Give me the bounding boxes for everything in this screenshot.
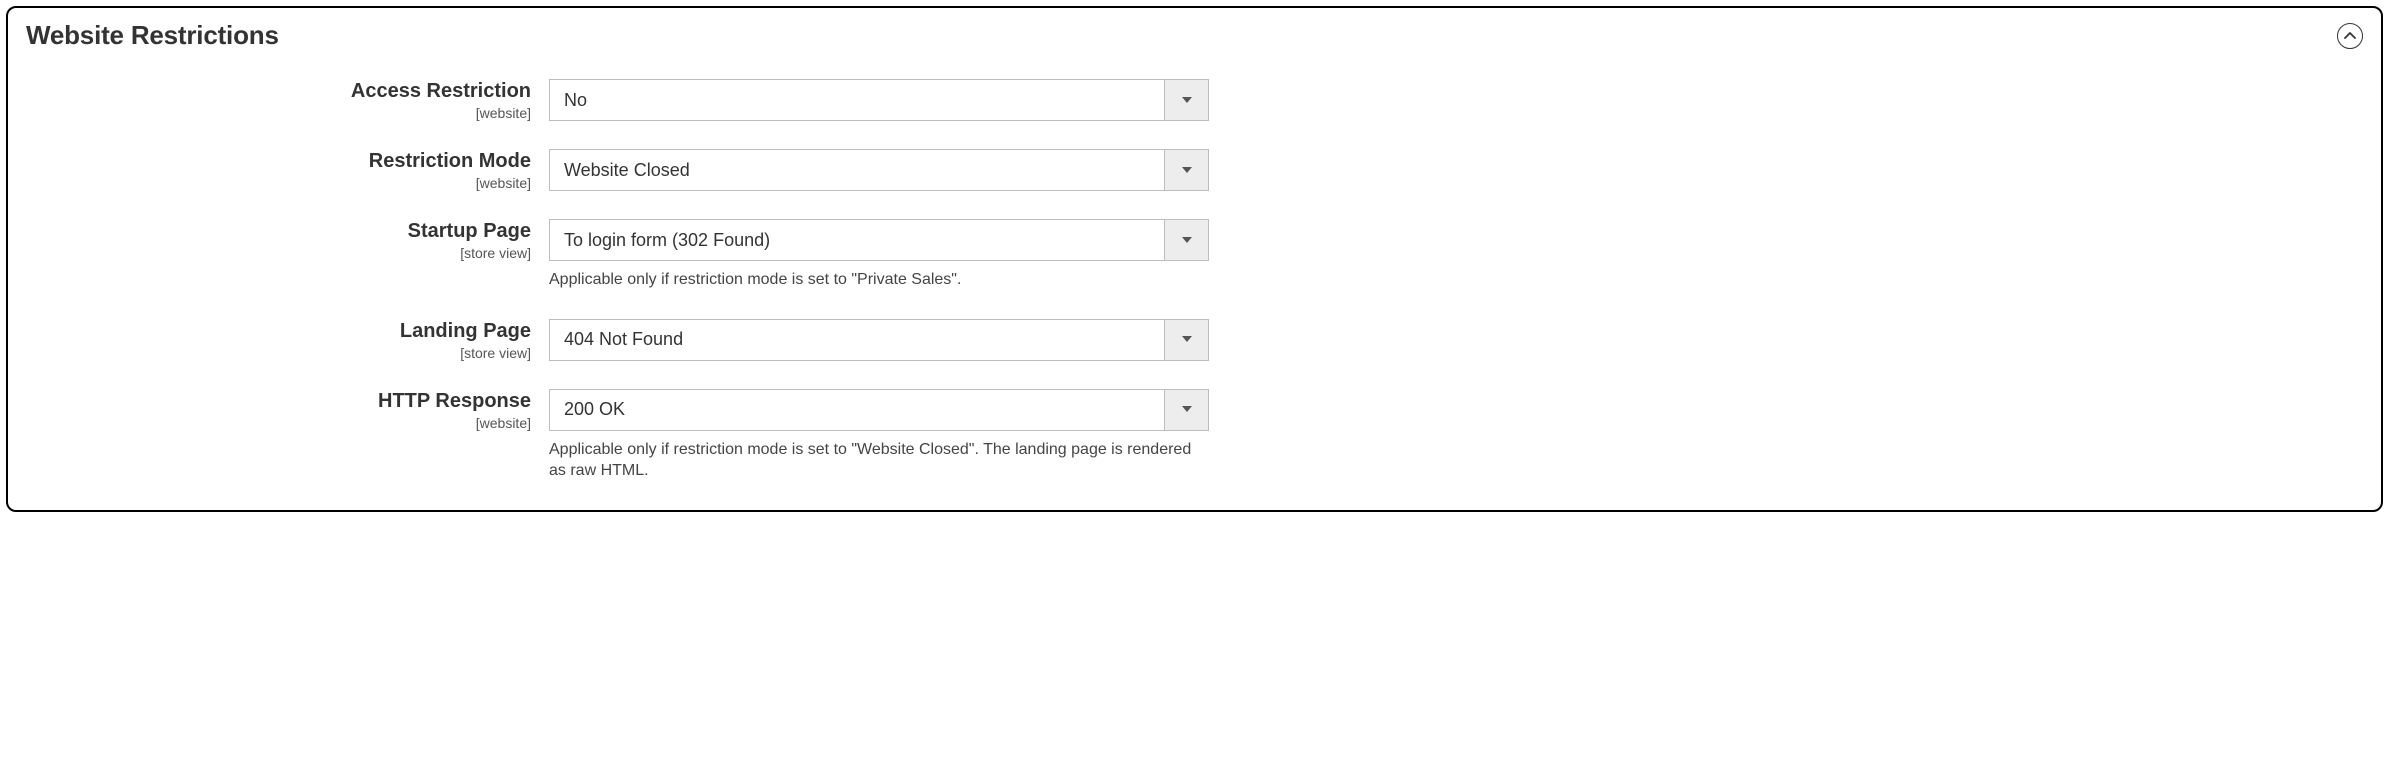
http-response-select[interactable]: 200 OK (549, 389, 1209, 431)
startup-page-select[interactable]: To login form (302 Found) (549, 219, 1209, 261)
chevron-down-icon (1164, 80, 1208, 120)
field-scope: [website] (26, 175, 531, 191)
label-col: Access Restriction [website] (26, 79, 531, 121)
chevron-down-icon (1164, 320, 1208, 360)
chevron-down-icon (1164, 220, 1208, 260)
website-restrictions-panel: Website Restrictions Access Restriction … (6, 6, 2383, 512)
panel-header: Website Restrictions (26, 20, 2363, 69)
label-col: Restriction Mode [website] (26, 149, 531, 191)
form-body: Access Restriction [website] No Restrict… (26, 69, 2363, 482)
field-label: Restriction Mode (26, 149, 531, 173)
field-scope: [store view] (26, 245, 531, 261)
help-text: Applicable only if restriction mode is s… (549, 269, 1209, 291)
chevron-down-icon (1164, 150, 1208, 190)
select-value: Website Closed (550, 150, 1164, 190)
field-label: Landing Page (26, 319, 531, 343)
select-value: 404 Not Found (550, 320, 1164, 360)
field-col: 404 Not Found (549, 319, 1209, 361)
field-col: No (549, 79, 1209, 121)
field-scope: [website] (26, 415, 531, 431)
landing-page-select[interactable]: 404 Not Found (549, 319, 1209, 361)
field-scope: [store view] (26, 345, 531, 361)
row-http-response: HTTP Response [website] 200 OK Applicabl… (26, 389, 2363, 482)
restriction-mode-select[interactable]: Website Closed (549, 149, 1209, 191)
select-value: To login form (302 Found) (550, 220, 1164, 260)
label-col: Landing Page [store view] (26, 319, 531, 361)
field-col: Website Closed (549, 149, 1209, 191)
section-title: Website Restrictions (26, 20, 279, 51)
select-value: No (550, 80, 1164, 120)
chevron-down-icon (1164, 390, 1208, 430)
row-access-restriction: Access Restriction [website] No (26, 79, 2363, 121)
access-restriction-select[interactable]: No (549, 79, 1209, 121)
field-scope: [website] (26, 105, 531, 121)
field-col: 200 OK Applicable only if restriction mo… (549, 389, 1209, 482)
help-text: Applicable only if restriction mode is s… (549, 439, 1209, 482)
row-landing-page: Landing Page [store view] 404 Not Found (26, 319, 2363, 361)
collapse-button[interactable] (2337, 23, 2363, 49)
label-col: HTTP Response [website] (26, 389, 531, 431)
row-restriction-mode: Restriction Mode [website] Website Close… (26, 149, 2363, 191)
label-col: Startup Page [store view] (26, 219, 531, 261)
field-label: Startup Page (26, 219, 531, 243)
row-startup-page: Startup Page [store view] To login form … (26, 219, 2363, 291)
field-label: Access Restriction (26, 79, 531, 103)
select-value: 200 OK (550, 390, 1164, 430)
field-label: HTTP Response (26, 389, 531, 413)
field-col: To login form (302 Found) Applicable onl… (549, 219, 1209, 291)
chevron-up-icon (2344, 31, 2356, 40)
